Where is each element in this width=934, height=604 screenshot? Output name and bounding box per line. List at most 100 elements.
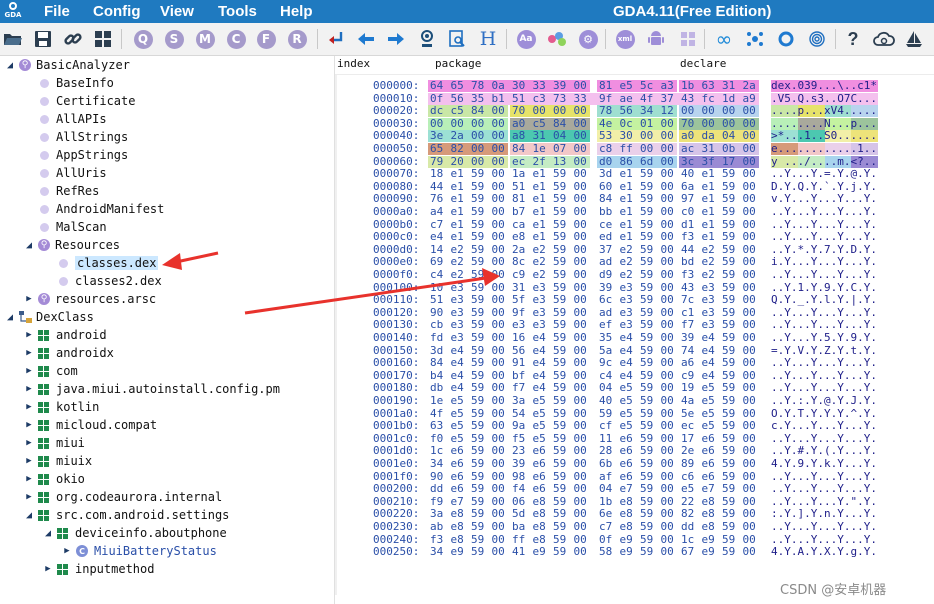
hex-byte[interactable]: 59: [722, 218, 740, 231]
hex-byte[interactable]: ce: [599, 218, 617, 231]
hex-byte[interactable]: e9: [451, 546, 469, 558]
hex-byte[interactable]: 00: [640, 143, 658, 155]
hex-ascii[interactable]: ..Y...Y...Y...Y.: [771, 471, 883, 483]
hex-row[interactable]: 000050: 65 82 00 00 84 1e 07 00 c8 ff 00 00 ac 31 0b 00 e…: [335, 143, 934, 155]
hex-byte[interactable]: 84: [430, 357, 448, 369]
search-m-icon[interactable]: M: [194, 28, 216, 50]
hex-byte[interactable]: 2a: [743, 80, 761, 92]
hex-byte[interactable]: e6: [451, 458, 469, 470]
hex-byte[interactable]: 00: [574, 332, 592, 344]
hex-byte[interactable]: 59: [640, 521, 658, 533]
hex-byte[interactable]: c5: [533, 117, 551, 130]
hex-byte[interactable]: e3: [451, 306, 469, 319]
hex-byte[interactable]: ef: [599, 319, 617, 331]
hex-byte[interactable]: 00: [743, 382, 761, 394]
hex-ascii[interactable]: ..Y...Y...Y...Y.: [771, 382, 883, 394]
hex-byte[interactable]: 00: [574, 117, 592, 130]
hex-byte[interactable]: 59: [471, 483, 489, 495]
hex-byte[interactable]: 00: [574, 105, 592, 117]
menu-config[interactable]: Config: [93, 3, 140, 20]
hex-byte[interactable]: 35: [599, 332, 617, 344]
hex-byte[interactable]: 59: [553, 243, 571, 256]
hex-byte[interactable]: 59: [471, 332, 489, 344]
hex-byte[interactable]: dd: [430, 483, 448, 495]
hex-byte[interactable]: 59: [640, 243, 658, 256]
hex-byte[interactable]: 17: [681, 432, 699, 445]
hex-byte[interactable]: 59: [640, 395, 658, 407]
hex-byte[interactable]: 3a: [430, 508, 448, 520]
hex-byte[interactable]: 00: [574, 420, 592, 432]
hex-byte[interactable]: 56: [512, 344, 530, 357]
hex-ascii[interactable]: e............1..: [771, 143, 883, 155]
hex-byte[interactable]: 00: [574, 168, 592, 180]
hex-byte[interactable]: 00: [492, 206, 510, 218]
hex-byte[interactable]: 59: [722, 420, 740, 432]
hex-row[interactable]: 000170: b4 e4 59 00 bf e4 59 00 c4 e4 59 00 c9 e4 59 00.…: [335, 369, 934, 382]
hex-byte[interactable]: 00: [574, 533, 592, 546]
hex-byte[interactable]: 00: [661, 218, 679, 231]
hex-ascii[interactable]: v.Y...Y...Y...Y.: [771, 193, 883, 205]
hex-row[interactable]: 000080: 44 e1 59 00 51 e1 59 00 60 e1 59 00 6a e1 59 00 D…: [335, 180, 934, 193]
hex-byte[interactable]: 1d: [722, 92, 740, 105]
hex-byte[interactable]: 00: [492, 432, 510, 445]
hex-byte[interactable]: e8: [620, 508, 638, 520]
hex-byte[interactable]: e5: [681, 483, 699, 495]
hex-byte[interactable]: 00: [574, 193, 592, 205]
hex-byte[interactable]: b4: [430, 369, 448, 382]
project-tree[interactable]: ◢ ⚲ BasicAnalyzer BaseInfo Certificate AllAPI…: [0, 56, 335, 604]
hex-byte[interactable]: 59: [722, 193, 740, 205]
hex-byte[interactable]: 00: [661, 231, 679, 243]
tree-item[interactable]: RefRes: [23, 182, 99, 200]
hex-byte[interactable]: 00: [492, 357, 510, 369]
hex-byte[interactable]: 4a: [681, 395, 699, 407]
hex-byte[interactable]: 00: [574, 395, 592, 407]
hex-byte[interactable]: 56: [451, 92, 469, 105]
hex-byte[interactable]: 59: [640, 495, 658, 508]
hex-byte[interactable]: c7: [430, 218, 448, 231]
hex-byte[interactable]: 20: [451, 155, 469, 168]
hex-ascii[interactable]: ..Y.#.Y.(.Y...Y.: [771, 445, 883, 457]
menu-file[interactable]: File: [44, 3, 70, 20]
hex-byte[interactable]: 59: [722, 243, 740, 256]
network-nodes-icon[interactable]: [744, 28, 766, 50]
hex-byte[interactable]: e5: [451, 395, 469, 407]
hex-byte[interactable]: b1: [492, 92, 510, 105]
hex-byte[interactable]: 00: [492, 168, 510, 180]
hex-byte[interactable]: 59: [553, 483, 571, 495]
hex-byte[interactable]: 64: [430, 80, 448, 92]
hex-byte[interactable]: 04: [553, 130, 571, 142]
hex-byte[interactable]: e3: [451, 319, 469, 331]
hex-byte[interactable]: 00: [574, 508, 592, 520]
hex-byte[interactable]: 00: [492, 344, 510, 357]
hex-byte[interactable]: 2a: [512, 243, 530, 256]
hex-ascii[interactable]: D.Y.Q.Y.`.Y.j.Y.: [771, 181, 883, 193]
hex-byte[interactable]: 34: [430, 458, 448, 470]
hex-byte[interactable]: 00: [702, 105, 720, 117]
hex-byte[interactable]: 13: [553, 155, 571, 168]
hex-byte[interactable]: 59: [553, 407, 571, 420]
hex-byte[interactable]: 59: [722, 407, 740, 420]
hex-byte[interactable]: 00: [574, 130, 592, 142]
hex-byte[interactable]: 0a: [492, 80, 510, 92]
search-s-icon[interactable]: S: [163, 28, 185, 50]
hex-byte[interactable]: e1: [702, 231, 720, 243]
tree-item[interactable]: ▶ java.miui.autoinstall.config.pm: [23, 380, 280, 398]
collapse-toggle-icon[interactable]: ▶: [61, 546, 73, 556]
hex-byte[interactable]: 59: [640, 382, 658, 394]
hex-byte[interactable]: e8: [620, 495, 638, 508]
hex-byte[interactable]: 00: [492, 218, 510, 231]
hex-byte[interactable]: 00: [492, 143, 510, 155]
hex-byte[interactable]: c9: [512, 269, 530, 281]
hex-byte[interactable]: 00: [430, 117, 448, 130]
hex-byte[interactable]: 40: [599, 395, 617, 407]
hex-byte[interactable]: 59: [553, 369, 571, 382]
hex-byte[interactable]: f7: [681, 319, 699, 331]
hex-byte[interactable]: 5d: [512, 508, 530, 520]
hex-byte[interactable]: 14: [430, 243, 448, 256]
hex-byte[interactable]: 00: [661, 256, 679, 268]
hex-byte[interactable]: e2: [702, 269, 720, 281]
hex-byte[interactable]: 3d: [599, 168, 617, 180]
hex-ascii[interactable]: ..Y...Y...Y...Y.: [771, 206, 883, 218]
hex-byte[interactable]: e5: [451, 420, 469, 432]
hex-row[interactable]: 000110: 51 e3 59 00 5f e3 59 00 6c e3 59 00 7c e3 59 00 Q…: [335, 294, 934, 306]
